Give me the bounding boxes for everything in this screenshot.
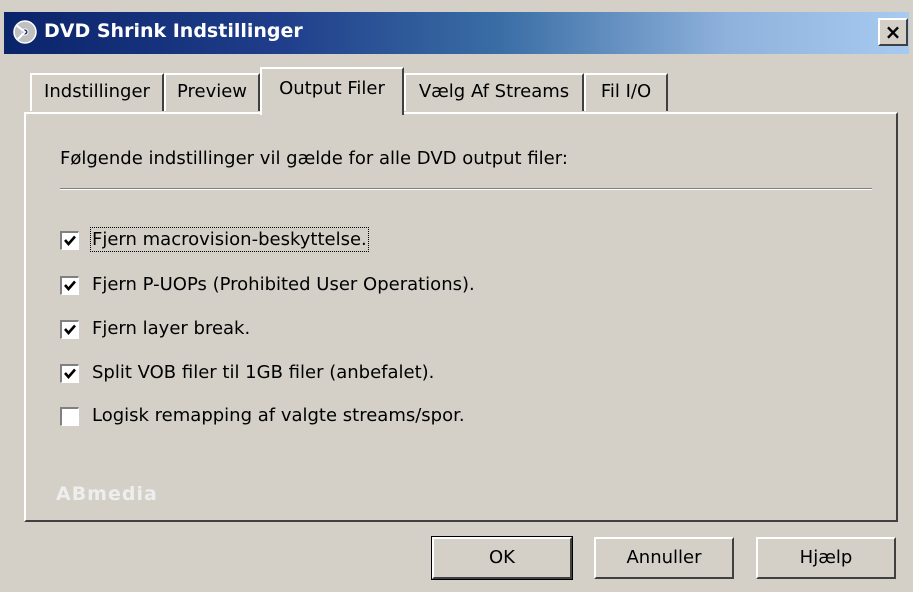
checkbox-remove-layer-break[interactable] <box>60 320 79 339</box>
output-filer-panel: Følgende indstillinger vil gælde for all… <box>24 112 898 522</box>
help-button[interactable]: Hjælp <box>756 537 896 579</box>
window-title: DVD Shrink Indstillinger <box>44 20 303 42</box>
settings-dialog: DVD Shrink Indstillinger × Indstillinger… <box>0 0 913 592</box>
option-label: Split VOB filer til 1GB filer (anbefalet… <box>92 362 435 383</box>
tab-preview[interactable]: Preview <box>164 73 260 111</box>
option-label: Logisk remapping af valgte streams/spor. <box>92 405 465 426</box>
tab-fil-io[interactable]: Fil I/O <box>584 73 668 111</box>
separator <box>60 188 872 190</box>
close-button[interactable]: × <box>878 18 908 46</box>
option-label: Fjern layer break. <box>92 318 251 339</box>
tab-output-filer[interactable]: Output Filer <box>260 67 404 115</box>
checkbox-split-vob[interactable] <box>60 364 79 383</box>
title-bar[interactable]: DVD Shrink Indstillinger × <box>4 12 909 54</box>
cancel-button[interactable]: Annuller <box>594 537 734 579</box>
tab-indstillinger[interactable]: Indstillinger <box>30 73 164 111</box>
option-label: Fjern macrovision-beskyttelse. <box>90 227 369 252</box>
checkmark-icon <box>64 280 76 291</box>
ok-button[interactable]: OK <box>431 536 573 580</box>
instruction-text: Følgende indstillinger vil gælde for all… <box>60 148 568 169</box>
checkmark-icon <box>64 235 76 246</box>
checkmark-icon <box>64 324 76 335</box>
checkbox-logical-remapping[interactable] <box>60 407 79 426</box>
checkmark-icon <box>64 368 76 379</box>
checkbox-remove-macrovision[interactable] <box>60 231 79 250</box>
abmedia-watermark: ABmedia <box>56 483 158 505</box>
tab-vaelg-af-streams[interactable]: Vælg Af Streams <box>404 73 584 111</box>
dvd-shrink-icon <box>13 20 37 44</box>
checkbox-remove-puops[interactable] <box>60 276 79 295</box>
option-label: Fjern P-UOPs (Prohibited User Operations… <box>92 274 475 295</box>
